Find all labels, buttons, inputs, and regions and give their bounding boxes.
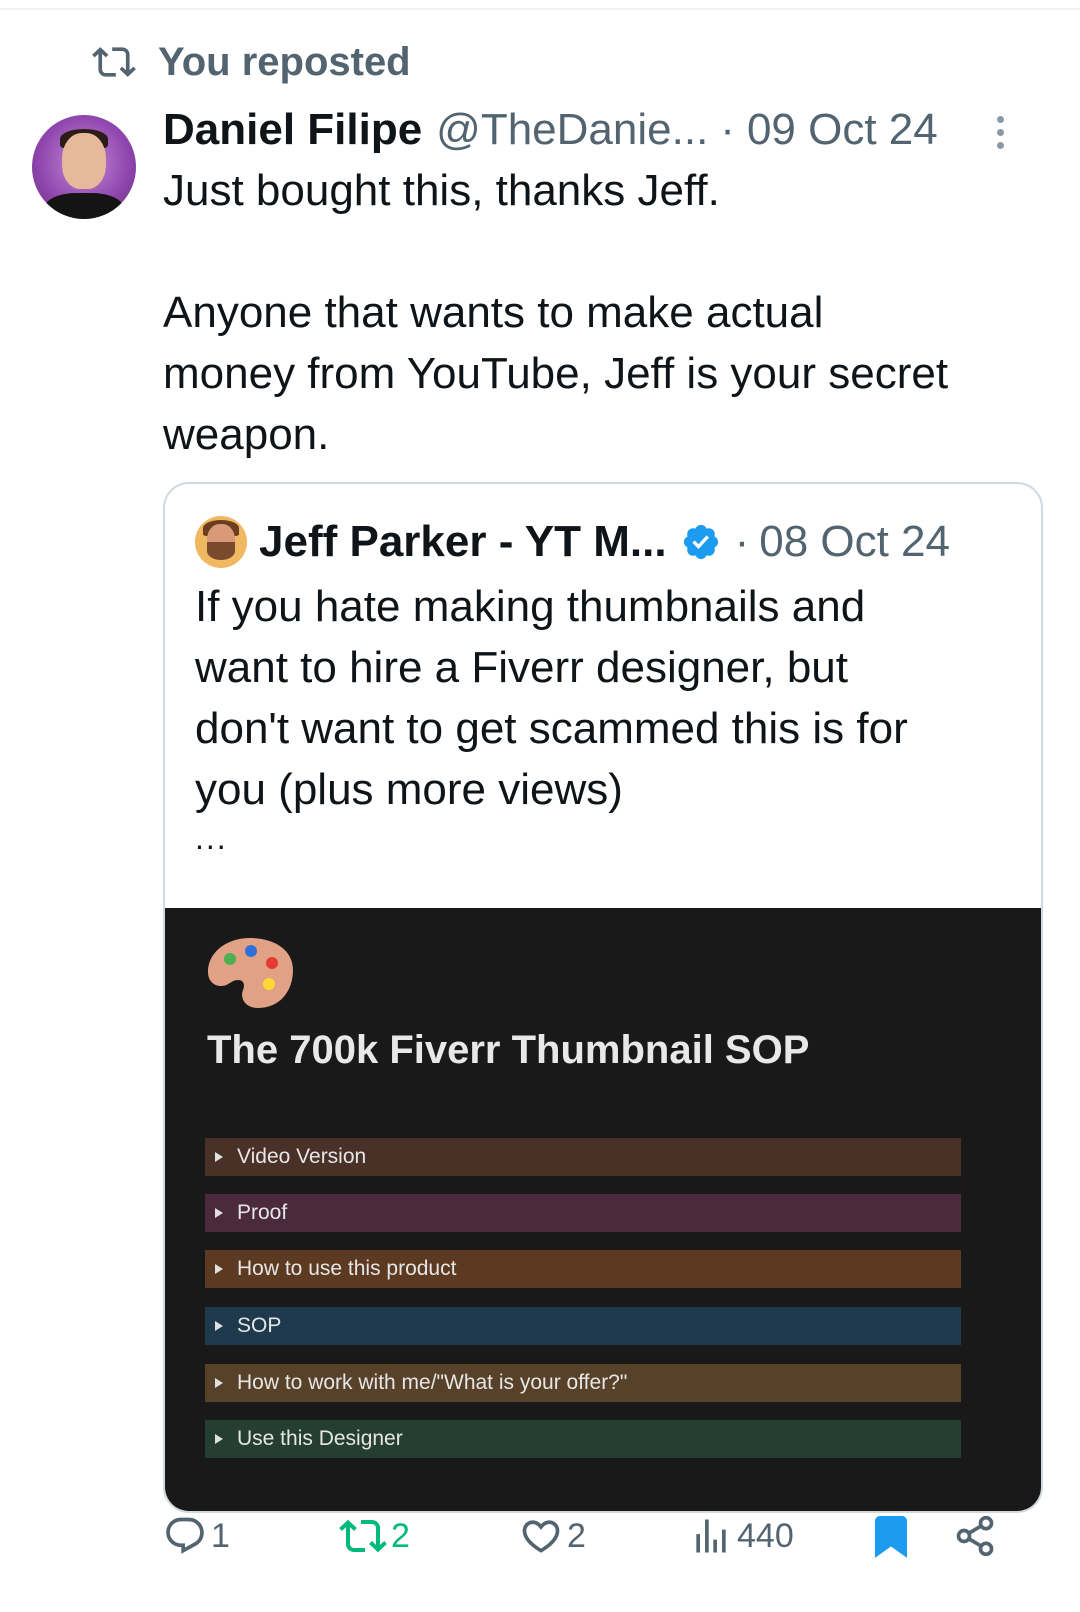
repost-icon (339, 1519, 387, 1553)
quoted-header-separator: · (734, 517, 750, 566)
repost-button[interactable]: 2 (339, 1506, 410, 1566)
views-count: 440 (737, 1516, 794, 1555)
quoted-author-avatar (195, 516, 247, 568)
repost-icon (92, 47, 136, 77)
views-button[interactable]: 440 (689, 1506, 794, 1566)
tweet-text-line: Just bought this, thanks Jeff. (163, 166, 720, 215)
quoted-author-name: Jeff Parker - YT M... (259, 517, 667, 566)
show-more-ellipsis[interactable]: ... (195, 820, 228, 857)
toggle-arrow-icon (215, 1208, 223, 1218)
reply-icon (166, 1517, 204, 1554)
toggle-label: How to work with me/"What is your offer?… (237, 1371, 628, 1394)
share-icon (956, 1515, 994, 1557)
toggle-arrow-icon (215, 1434, 223, 1444)
toggle-arrow-icon (215, 1152, 223, 1162)
quoted-tweet-date: 08 Oct 24 (759, 517, 950, 566)
tweet-text-line: money from YouTube, Jeff is your secret (163, 349, 949, 398)
toggle-sop[interactable]: SOP (205, 1307, 961, 1345)
author-handle[interactable]: @TheDanie... (436, 105, 708, 155)
tweet-text-line: Anyone that wants to make actual (163, 288, 824, 337)
bookmark-icon (875, 1516, 907, 1558)
toggle-proof[interactable]: Proof (205, 1194, 961, 1232)
toggle-label: Video Version (237, 1145, 367, 1168)
tweet-text-gap (163, 221, 1043, 282)
toggle-label: How to use this product (237, 1257, 457, 1280)
quoted-tweet[interactable]: Jeff Parker - YT M... · 08 Oct 24 If you… (163, 482, 1043, 1513)
quoted-text-line: If you hate making thumbnails and (195, 582, 866, 631)
repost-label: You reposted (158, 39, 411, 84)
quoted-text-line: you (plus more views) (195, 765, 623, 814)
media-title: The 700k Fiverr Thumbnail SOP (207, 1028, 810, 1072)
header-separator: · (720, 105, 735, 154)
toggle-video-version[interactable]: Video Version (205, 1138, 961, 1176)
toggle-work-with-me[interactable]: How to work with me/"What is your offer?… (205, 1364, 961, 1402)
quoted-text-line: don't want to get scammed this is for (195, 704, 908, 753)
tweet-date[interactable]: 09 Oct 24 (747, 105, 938, 155)
quoted-tweet-header: Jeff Parker - YT M... · 08 Oct 24 (195, 514, 950, 570)
quoted-tweet-text: If you hate making thumbnails and want t… (195, 576, 1015, 820)
more-options-icon[interactable] (986, 116, 1014, 152)
bookmark-button[interactable] (867, 1506, 919, 1566)
quoted-text-line: want to hire a Fiverr designer, but (195, 643, 848, 692)
toggle-label: Use this Designer (237, 1427, 403, 1450)
toggle-arrow-icon (215, 1264, 223, 1274)
toggle-use-designer[interactable]: Use this Designer (205, 1420, 961, 1458)
repost-context[interactable]: You reposted (92, 38, 411, 86)
heart-icon (522, 1520, 560, 1553)
quoted-media-image[interactable]: The 700k Fiverr Thumbnail SOP Video Vers… (165, 908, 1041, 1511)
toggle-arrow-icon (215, 1321, 223, 1331)
tweet-header: Daniel Filipe @TheDanie... · 09 Oct 24 (163, 102, 938, 158)
artist-palette-icon (208, 938, 293, 1008)
like-count: 2 (567, 1516, 586, 1555)
toggle-arrow-icon (215, 1378, 223, 1388)
top-divider (0, 8, 1080, 10)
author-name[interactable]: Daniel Filipe (163, 105, 422, 155)
toggle-label: SOP (237, 1314, 282, 1337)
tweet-text-line: weapon. (163, 410, 330, 459)
verified-badge-icon (683, 524, 718, 560)
author-avatar[interactable] (32, 115, 136, 219)
repost-count: 2 (391, 1516, 410, 1555)
reply-button[interactable]: 1 (163, 1506, 230, 1566)
reply-count: 1 (211, 1516, 230, 1555)
like-button[interactable]: 2 (519, 1506, 586, 1566)
views-chart-icon (696, 1519, 726, 1553)
toggle-label: Proof (237, 1201, 288, 1224)
toggle-how-to-use[interactable]: How to use this product (205, 1250, 961, 1288)
tweet-actions-bar: 1 2 2 440 (163, 1506, 1043, 1566)
share-button[interactable] (953, 1506, 1001, 1566)
tweet-text: Just bought this, thanks Jeff. Anyone th… (163, 160, 1043, 465)
